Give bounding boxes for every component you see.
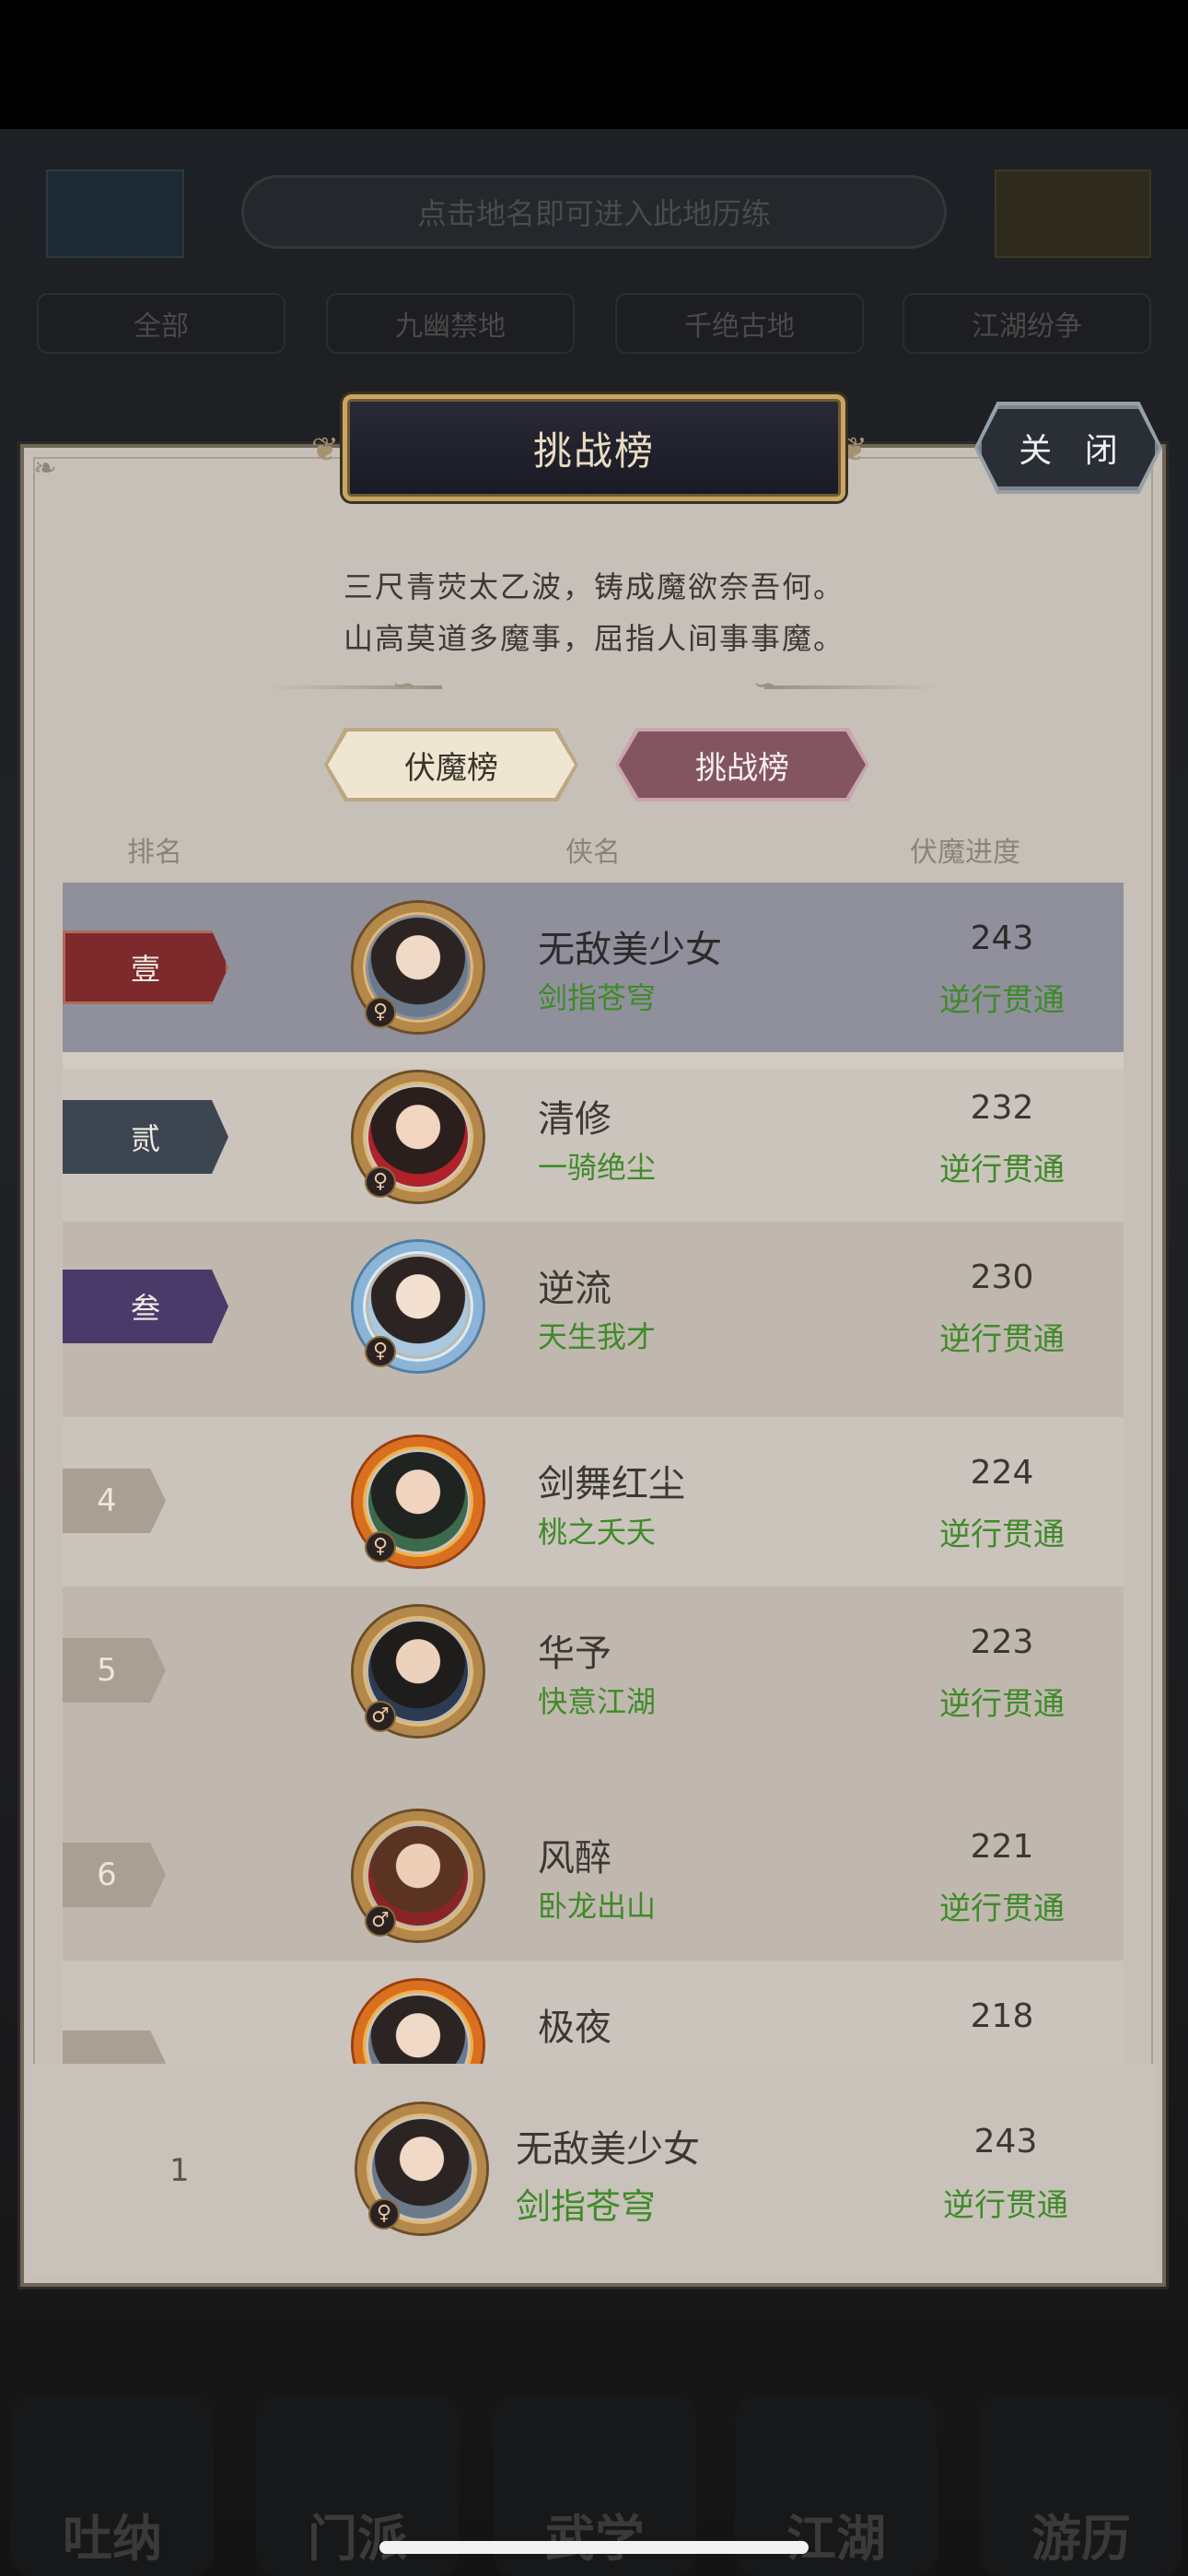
- player-title: 天生我才: [538, 1319, 657, 1354]
- player-name: 华予: [538, 1633, 611, 1675]
- status-bar-area: [0, 0, 1188, 129]
- male-icon: ♂: [365, 1701, 396, 1732]
- player-name: 逆流: [538, 1268, 611, 1310]
- dialog-title: 挑战榜: [532, 427, 655, 474]
- female-icon: ♀: [365, 1166, 396, 1198]
- ranking-list[interactable]: 壹 ♀ 无敌美少女 剑指苍穹 243 逆行贯通 贰 ♀ 清修 一骑绝尘 232 …: [63, 883, 1124, 2064]
- female-icon: ♀: [365, 1531, 396, 1563]
- male-icon: ♂: [365, 1905, 396, 1937]
- column-header-name: 侠名: [565, 837, 621, 869]
- dialog-title-plate: 挑战榜: [343, 394, 845, 501]
- player-avatar[interactable]: ♀: [348, 1437, 495, 1566]
- player-name: 清修: [538, 1098, 611, 1141]
- player-stage: 逆行贯通: [939, 1686, 1065, 1723]
- map-thumbnail-right: [995, 170, 1151, 258]
- female-icon: ♀: [368, 2198, 400, 2230]
- player-stage: 逆行贯通: [939, 1321, 1065, 1358]
- nav-youli: 游历: [980, 2395, 1182, 2576]
- poem-line-1: 三尺青荧太乙波，铸成魔欲奈吾何。: [343, 569, 844, 604]
- player-avatar[interactable]: [348, 1981, 495, 2064]
- rank-banner-third: 叁: [63, 1270, 228, 1343]
- player-score: 230: [970, 1259, 1034, 1296]
- corner-ornament-icon: ❧: [33, 452, 57, 485]
- player-score: 224: [970, 1454, 1034, 1492]
- player-title: 剑指苍穹: [538, 980, 657, 1015]
- player-name: 剑舞红尘: [538, 1463, 685, 1505]
- player-score: 218: [970, 1997, 1034, 2035]
- region-tab-qianjue: 千绝古地: [615, 293, 864, 354]
- divider-ornament-icon: ∽: [392, 669, 416, 701]
- player-score: 221: [970, 1828, 1034, 1866]
- my-title: 剑指苍穹: [516, 2186, 657, 2227]
- female-icon: ♀: [365, 1336, 396, 1367]
- female-icon: ♀: [365, 997, 396, 1028]
- poem-line-2: 山高莫道多魔事，屈指人间事事魔。: [343, 621, 844, 656]
- player-avatar[interactable]: ♀: [348, 1242, 495, 1371]
- my-avatar[interactable]: ♀: [352, 2104, 499, 2233]
- rank-number: [63, 2031, 166, 2064]
- column-header-rank: 排名: [127, 837, 182, 869]
- player-stage: 逆行贯通: [939, 1516, 1065, 1553]
- tab-tiaozhan-ranking[interactable]: 挑战榜: [619, 732, 866, 798]
- player-avatar[interactable]: ♀: [348, 1072, 495, 1201]
- title-left-ornament-icon: ❦: [311, 431, 340, 469]
- player-score: 223: [970, 1623, 1034, 1661]
- ranking-row[interactable]: 5 ♂ 华予 快意江湖 223 逆行贯通: [63, 1587, 1124, 1791]
- rank-number: 5: [63, 1638, 166, 1703]
- my-stage: 逆行贯通: [943, 2187, 1068, 2224]
- ranking-row[interactable]: 4 ♀ 剑舞红尘 桃之夭夭 224 逆行贯通: [63, 1417, 1124, 1587]
- map-hint-text: 点击地名即可进入此地历练: [241, 175, 947, 249]
- player-avatar[interactable]: ♀: [348, 903, 495, 1032]
- my-rank-number: 1: [169, 2152, 190, 2189]
- player-avatar[interactable]: ♂: [348, 1811, 495, 1940]
- nav-tuna: 吐纳: [11, 2395, 214, 2576]
- player-avatar[interactable]: ♂: [348, 1607, 495, 1736]
- divider-left: [267, 685, 442, 689]
- player-title: 桃之夭夭: [538, 1515, 657, 1550]
- region-tab-jianghu: 江湖纷争: [903, 293, 1151, 354]
- rank-number: 6: [63, 1843, 166, 1907]
- player-stage: 逆行贯通: [939, 982, 1065, 1019]
- close-button-label: 关 闭: [1019, 432, 1129, 470]
- player-score: 232: [970, 1089, 1034, 1127]
- ranking-row[interactable]: 贰 ♀ 清修 一骑绝尘 232 逆行贯通: [63, 1052, 1124, 1222]
- region-tab-jiuyou: 九幽禁地: [326, 293, 575, 354]
- player-title: 一骑绝尘: [538, 1150, 657, 1185]
- ranking-row[interactable]: 壹 ♀ 无敌美少女 剑指苍穹 243 逆行贯通: [63, 883, 1124, 1052]
- ranking-row[interactable]: 6 ♂ 风醉 卧龙出山 221 逆行贯通: [63, 1791, 1124, 1961]
- player-name: 无敌美少女: [538, 929, 722, 971]
- my-score: 243: [973, 2123, 1038, 2160]
- rank-banner-first: 壹: [63, 931, 228, 1004]
- tab-fumo-ranking[interactable]: 伏魔榜: [328, 732, 575, 798]
- player-title: 快意江湖: [538, 1684, 657, 1719]
- rank-number: 4: [63, 1469, 166, 1533]
- rank-banner-second: 贰: [63, 1100, 228, 1174]
- player-title: 卧龙出山: [538, 1889, 657, 1924]
- ranking-row[interactable]: 极夜 218: [63, 1961, 1124, 2064]
- player-stage: 逆行贯通: [939, 1891, 1065, 1927]
- divider-right: [764, 685, 939, 689]
- tab-tiaozhan-label: 挑战榜: [695, 749, 789, 787]
- map-thumbnail-left: [46, 170, 184, 258]
- ranking-row[interactable]: 叁 ♀ 逆流 天生我才 230 逆行贯通: [63, 1222, 1124, 1417]
- player-score: 243: [970, 919, 1034, 957]
- player-name: 风醉: [538, 1837, 611, 1879]
- close-button[interactable]: 关 闭: [978, 405, 1159, 490]
- home-indicator[interactable]: [379, 2541, 809, 2554]
- player-stage: 逆行贯通: [939, 1152, 1065, 1188]
- region-tab-all: 全部: [37, 293, 285, 354]
- row-separator: [63, 1052, 1124, 1069]
- player-name: 极夜: [538, 2007, 611, 2049]
- my-rank-bar: 1 ♀ 无敌美少女 剑指苍穹 243 逆行贯通: [33, 2064, 1155, 2276]
- column-header-progress: 伏魔进度: [910, 837, 1020, 869]
- my-name: 无敌美少女: [516, 2128, 700, 2171]
- tab-fumo-label: 伏魔榜: [404, 749, 498, 787]
